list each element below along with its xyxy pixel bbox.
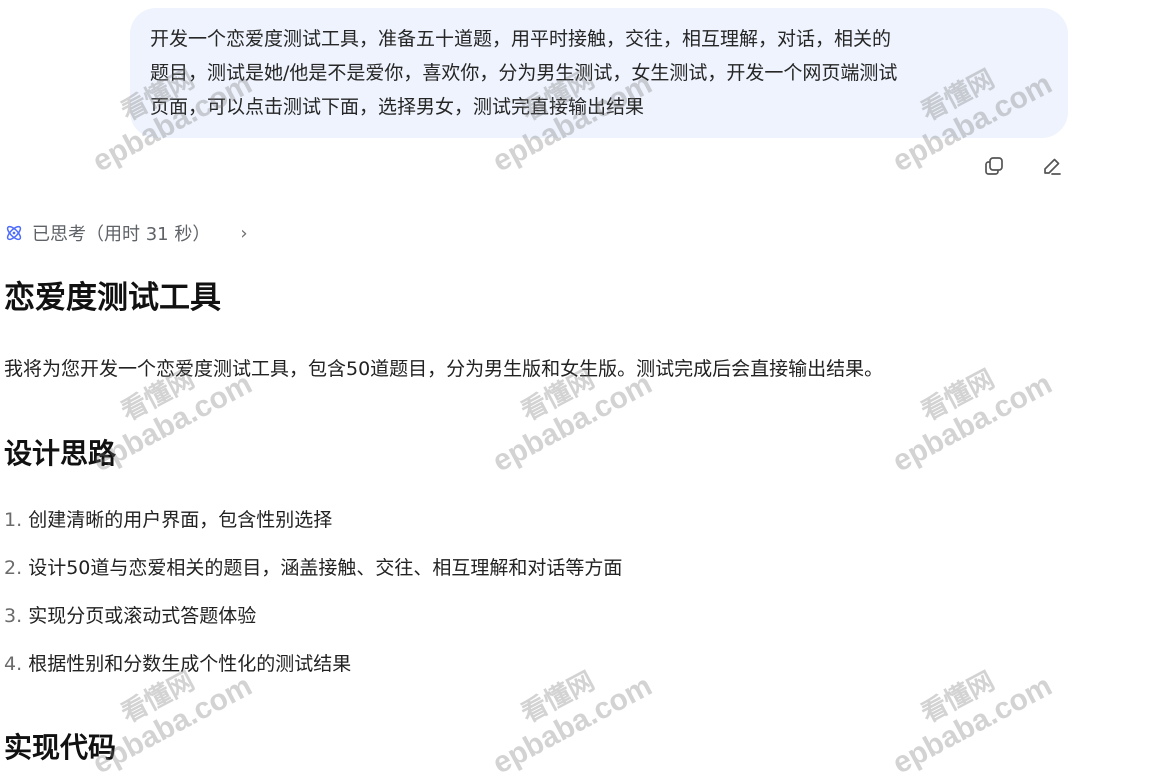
answer-intro: 我将为您开发一个恋爱度测试工具，包含50道题目，分为男生版和女生版。测试完成后会… — [4, 358, 884, 380]
list-item: 1. 创建清晰的用户界面，包含性别选择 — [4, 509, 333, 531]
copy-button[interactable] — [980, 152, 1008, 180]
design-steps-list: 1. 创建清晰的用户界面，包含性别选择 2. 设计50道与恋爱相关的题目，涵盖接… — [4, 502, 622, 694]
chevron-right-icon: › — [240, 222, 248, 244]
user-message-line: 开发一个恋爱度测试工具，准备五十道题，用平时接触，交往，相互理解，对话，相关的 — [150, 28, 892, 50]
list-item: 2. 设计50道与恋爱相关的题目，涵盖接触、交往、相互理解和对话等方面 — [4, 557, 623, 579]
answer-title: 恋爱度测试工具 — [4, 280, 221, 316]
edit-button[interactable] — [1038, 152, 1066, 180]
chat-page: 开发一个恋爱度测试工具，准备五十道题，用平时接触，交往，相互理解，对话，相关的 … — [0, 0, 1166, 778]
code-heading: 实现代码 — [4, 731, 117, 764]
watermark: 看懂网 epbaba.com — [887, 665, 1058, 778]
assistant-answer: 恋爱度测试工具 我将为您开发一个恋爱度测试工具，包含50道题目，分为男生版和女生… — [4, 274, 1154, 764]
atom-icon — [6, 225, 22, 241]
user-message-line: 页面，可以点击测试下面，选择男女，测试完直接输出结果 — [150, 96, 645, 118]
message-actions — [980, 152, 1066, 180]
list-item: 4. 根据性别和分数生成个性化的测试结果 — [4, 653, 352, 675]
list-item: 3. 实现分页或滚动式答题体验 — [4, 605, 257, 627]
copy-icon — [985, 157, 1003, 175]
user-message-line: 题目，测试是她/他是不是爱你，喜欢你，分为男生测试，女生测试，开发一个网页端测试 — [150, 62, 898, 84]
design-heading: 设计思路 — [4, 437, 117, 470]
thinking-label: 已思考（用时 31 秒） — [32, 224, 211, 245]
pencil-icon — [1044, 158, 1061, 175]
user-message-bubble: 开发一个恋爱度测试工具，准备五十道题，用平时接触，交往，相互理解，对话，相关的 … — [130, 8, 1068, 138]
thinking-toggle[interactable]: 已思考（用时 31 秒） › — [4, 220, 248, 246]
